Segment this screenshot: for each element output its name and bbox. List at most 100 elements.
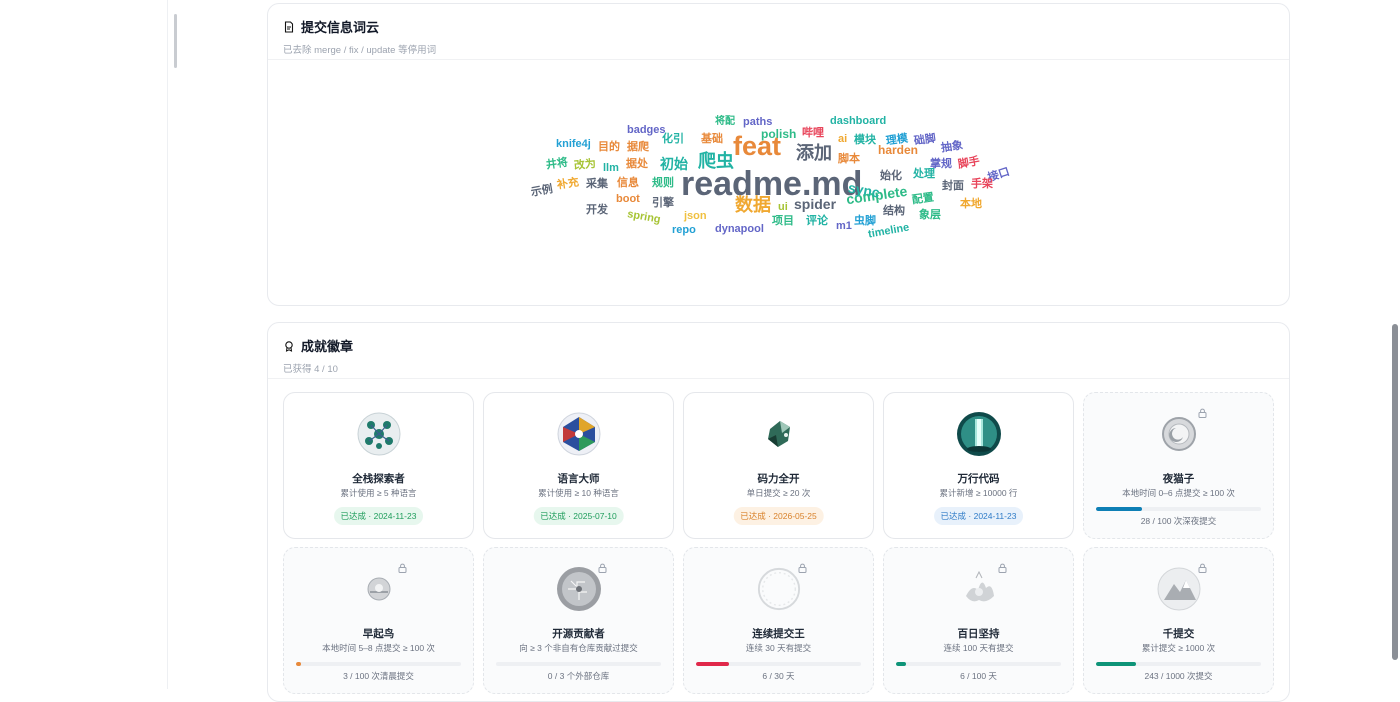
achievement-badge[interactable]: 开源贡献者向 ≥ 3 个非自有仓库贡献过提交 0 / 3 个外部仓库 (483, 547, 674, 694)
badge-progress-bar (696, 662, 861, 666)
page-scrollbar-thumb[interactable] (1392, 324, 1398, 660)
badge-description: 累计提交 ≥ 1000 次 (1141, 643, 1216, 653)
badge-achieved-tag: 已达成 · 2024-11-23 (933, 507, 1024, 525)
badge-description: 本地时间 5–8 点提交 ≥ 100 次 (322, 643, 435, 653)
badge-progress-bar (1096, 662, 1261, 666)
word-cloud-word: polish (761, 127, 797, 141)
word-cloud-word: dynapool (715, 223, 764, 235)
badge-progress-bar (1096, 507, 1261, 511)
word-cloud-word: 脚手 (957, 155, 981, 171)
achievement-badge[interactable]: 万行代码 累计新增 ≥ 10000 行已达成 · 2024-11-23 (883, 392, 1074, 539)
word-cloud-word: 虫脚 (854, 215, 876, 227)
prism-orb-icon (556, 411, 602, 457)
badge-name: 码力全开 (757, 473, 800, 485)
achievement-badge[interactable]: 百日坚持 连续 100 天有提交 6 / 100 天 (883, 547, 1074, 694)
achievements-card: 成就徽章 已获得 4 / 10 全栈探索者累计使用 ≥ 5 种语言已达成 · 2… (267, 322, 1290, 702)
word-cloud-word: 手架 (971, 178, 993, 190)
word-cloud-word: 模块 (854, 134, 876, 146)
word-cloud-word: badges (627, 124, 666, 136)
word-cloud-word: spring (626, 208, 662, 226)
splash-icon (956, 566, 1002, 612)
ring-icon (756, 566, 802, 612)
badge-progress-text: 28 / 100 次深夜提交 (1140, 516, 1217, 526)
word-cloud-word: 据处 (626, 158, 648, 170)
word-cloud-word: ui (778, 201, 788, 213)
word-cloud-word: 始化 (880, 170, 902, 182)
mountain-orb-icon (1156, 566, 1202, 612)
achievements-card-title: 成就徽章 (283, 336, 1289, 355)
achievement-badge[interactable]: 千提交 累计提交 ≥ 1000 次 243 / 1000 次提交 (1083, 547, 1274, 694)
sidebar-scrollbar[interactable] (174, 14, 177, 68)
wordcloud-title-text: 提交信息词云 (301, 20, 380, 35)
crystal-shard-icon (756, 411, 802, 457)
word-cloud-word: 化引 (662, 133, 684, 145)
achievement-badge[interactable]: 码力全开单日提交 ≥ 20 次已达成 · 2026-05-25 (683, 392, 874, 539)
word-cloud-word: 处理 (913, 168, 935, 180)
word-cloud-word: 信息 (617, 177, 639, 189)
word-cloud-word: 引擎 (652, 197, 674, 209)
badge-description: 向 ≥ 3 个非自有仓库贡献过提交 (519, 643, 638, 653)
badge-achieved-tag: 已达成 · 2026-05-25 (733, 507, 824, 525)
badge-progress-bar (896, 662, 1061, 666)
badge-name: 全栈探索者 (352, 473, 405, 485)
word-cloud-word: 脚本 (838, 153, 860, 165)
word-cloud-word: 补充 (556, 176, 580, 192)
word-cloud-word: 规则 (652, 177, 674, 189)
badge-name: 语言大师 (557, 473, 600, 485)
word-cloud-word: 础脚 (913, 132, 937, 148)
medal-icon (285, 340, 293, 352)
badge-progress-fill (696, 662, 729, 666)
wordcloud-card-header: 提交信息词云 已去除 merge / fix / update 等停用词 (268, 4, 1289, 60)
sidebar (0, 0, 168, 689)
word-cloud-word: 数据 (735, 195, 771, 215)
badge-progress-text: 243 / 1000 次提交 (1144, 671, 1213, 681)
word-cloud-word: 封面 (942, 180, 964, 192)
badge-achieved-tag: 已达成 · 2024-11-23 (333, 507, 424, 525)
word-cloud: readme.md feat 爬虫 添加 数据 初始 spider complete sync h… (268, 60, 1289, 306)
word-cloud-word: 采集 (586, 178, 608, 190)
word-cloud-word: 改为 (573, 157, 597, 173)
badge-description: 累计新增 ≥ 10000 行 (939, 488, 1018, 498)
badge-progress-text: 6 / 100 天 (960, 671, 997, 681)
word-cloud-word: 示例 (530, 183, 554, 199)
achievement-badge[interactable]: 早起鸟本地时间 5–8 点提交 ≥ 100 次 3 / 100 次清晨提交 (283, 547, 474, 694)
badge-name: 开源贡献者 (552, 628, 605, 640)
achievement-badge[interactable]: 连续提交王连续 30 天有提交 6 / 30 天 (683, 547, 874, 694)
circuit-orb-icon (556, 566, 602, 612)
word-cloud-word: 本地 (960, 198, 982, 210)
achievements-card-header: 成就徽章 已获得 4 / 10 (268, 323, 1289, 379)
document-icon (284, 20, 294, 33)
achievement-badge[interactable]: 夜猫子 本地时间 0–6 点提交 ≥ 100 次 28 / 100 次深夜提交 (1083, 392, 1274, 539)
badge-description: 连续 30 天有提交 (745, 643, 812, 653)
word-cloud-word: 井将 (545, 156, 569, 172)
badge-achieved-tag: 已达成 · 2025-07-10 (533, 507, 624, 525)
word-cloud-word: 据爬 (627, 141, 649, 153)
word-cloud-word: knife4j (556, 138, 591, 150)
badge-progress-bar (296, 662, 461, 666)
badge-description: 本地时间 0–6 点提交 ≥ 100 次 (1122, 488, 1235, 498)
sunrise-orb-icon (356, 566, 402, 612)
badge-description: 累计使用 ≥ 5 种语言 (340, 488, 417, 498)
badge-name: 早起鸟 (362, 628, 395, 640)
word-cloud-word: 评论 (806, 215, 828, 227)
badge-progress-fill (1096, 507, 1143, 511)
word-cloud-word: 初始 (660, 156, 688, 172)
badge-description: 连续 100 天有提交 (943, 643, 1014, 653)
molecule-orb-icon (356, 411, 402, 457)
badge-progress-text: 6 / 30 天 (762, 671, 795, 681)
word-cloud-word: llm (603, 162, 619, 174)
wordcloud-card-title: 提交信息词云 (283, 17, 1289, 36)
badge-description: 单日提交 ≥ 20 次 (746, 488, 811, 498)
badge-description: 累计使用 ≥ 10 种语言 (538, 488, 619, 498)
wordcloud-card: 提交信息词云 已去除 merge / fix / update 等停用词 rea… (267, 3, 1290, 306)
badge-progress-text: 3 / 100 次清晨提交 (343, 671, 414, 681)
word-cloud-word: json (684, 210, 707, 222)
word-cloud-word: dashboard (830, 115, 887, 127)
achievement-badge[interactable]: 全栈探索者累计使用 ≥ 5 种语言已达成 · 2024-11-23 (283, 392, 474, 539)
word-cloud-word: 爬虫 (698, 151, 734, 171)
word-cloud-word: 结构 (883, 205, 905, 217)
achievement-badge[interactable]: 语言大师累计使用 ≥ 10 种语言已达成 · 2025-07-10 (483, 392, 674, 539)
badge-name: 连续提交王 (752, 628, 805, 640)
waterfall-orb-icon (956, 411, 1002, 457)
achievements-subtitle: 已获得 4 / 10 (283, 364, 338, 375)
